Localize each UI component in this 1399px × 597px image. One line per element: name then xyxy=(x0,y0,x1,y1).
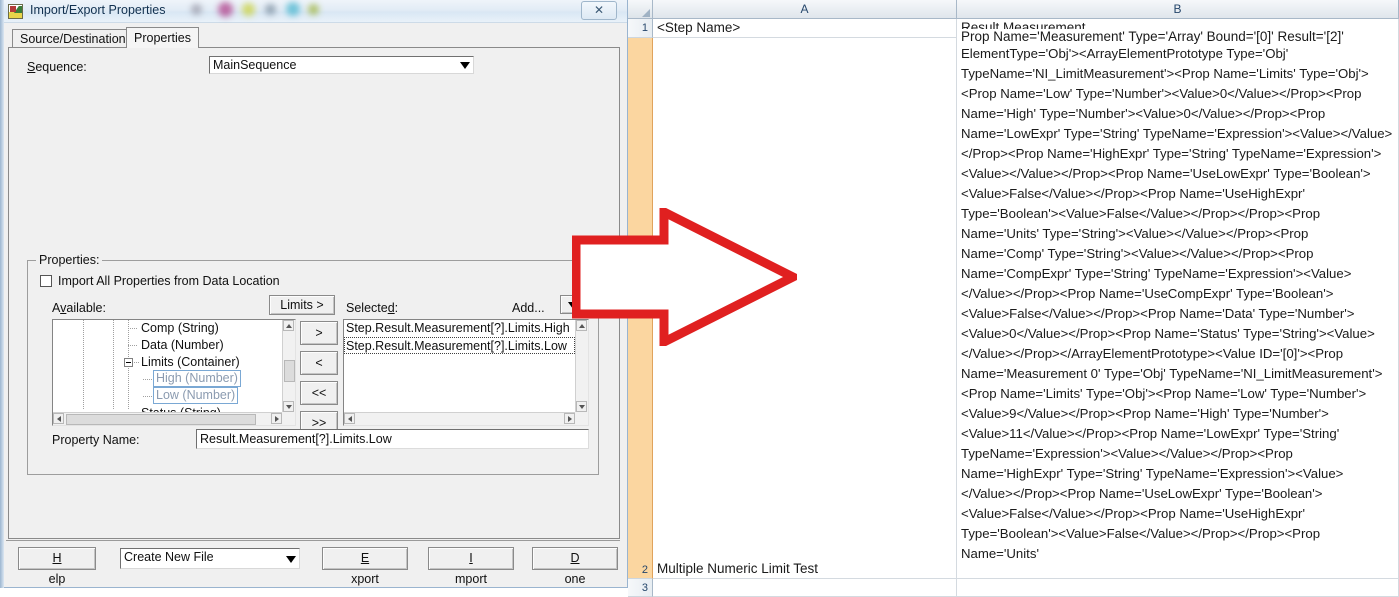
tree-item-label: Low (Number) xyxy=(153,387,239,404)
dialog-title-bar[interactable]: Import/Export Properties ✕ xyxy=(0,0,627,23)
add-label: Add... xyxy=(512,301,545,315)
property-name-label: Property Name: xyxy=(52,433,140,447)
scroll-up-icon[interactable] xyxy=(283,320,294,331)
column-header-a[interactable]: A xyxy=(653,0,957,19)
vscroll-thumb[interactable] xyxy=(284,360,295,382)
import-button[interactable]: Import xyxy=(428,547,514,586)
dialog-title: Import/Export Properties xyxy=(30,3,166,17)
tab-properties[interactable]: Properties xyxy=(126,27,199,48)
tree-item-low[interactable]: Low (Number) xyxy=(53,387,282,405)
sequence-dropdown-value: MainSequence xyxy=(213,58,297,72)
move-all-left-button[interactable]: << xyxy=(300,381,338,405)
available-list-inner: Comp (String) Data (Number) Limits (Cont… xyxy=(53,320,282,412)
background-toolbar-blur xyxy=(185,0,325,22)
scroll-down-icon[interactable] xyxy=(576,401,587,412)
scroll-left-icon[interactable] xyxy=(344,413,355,424)
export-button[interactable]: Export xyxy=(322,547,408,586)
help-button-label: Help xyxy=(48,551,66,586)
import-all-properties-checkbox[interactable] xyxy=(40,275,52,287)
cell-b2-xml-text: ElementType='Obj'><ArrayElementPrototype… xyxy=(961,46,1393,561)
list-item[interactable]: Step.Result.Measurement[?].Limits.High xyxy=(344,320,575,337)
move-right-button[interactable]: > xyxy=(300,321,338,345)
move-all-left-label: << xyxy=(311,386,327,400)
footer-divider xyxy=(6,540,620,541)
tree-item-label: Status (String) xyxy=(141,405,221,412)
available-list-vscrollbar[interactable] xyxy=(282,320,295,412)
tree-item-label: Data (Number) xyxy=(141,338,224,352)
scroll-right-icon[interactable] xyxy=(271,413,282,424)
done-button-label: Done xyxy=(564,551,586,586)
dialog-footer: Help Create New File Export Import Done xyxy=(0,540,628,588)
selected-properties-list[interactable]: Step.Result.Measurement[?].Limits.High S… xyxy=(343,319,589,426)
column-header-b[interactable]: B xyxy=(957,0,1399,19)
scroll-down-icon[interactable] xyxy=(283,401,294,412)
sequence-label: Sequence: xyxy=(27,60,87,74)
scroll-right-icon[interactable] xyxy=(564,413,575,424)
chevron-down-icon xyxy=(460,62,470,69)
dialog-left-edge xyxy=(0,0,4,588)
properties-group-label: Properties: xyxy=(36,253,103,267)
tree-item-status[interactable]: Status (String) xyxy=(53,405,282,412)
selected-list-inner: Step.Result.Measurement[?].Limits.High S… xyxy=(344,320,575,412)
list-item[interactable]: Step.Result.Measurement[?].Limits.Low xyxy=(344,337,575,354)
selected-list-hscrollbar[interactable] xyxy=(344,412,575,425)
cell-b2-clipped-line: Prop Name='Measurement' Type='Array' Bou… xyxy=(961,29,1344,44)
sequence-dropdown[interactable]: MainSequence xyxy=(209,56,474,74)
move-right-label: > xyxy=(315,326,323,340)
available-list-hscrollbar[interactable] xyxy=(53,412,282,425)
done-button[interactable]: Done xyxy=(532,547,618,586)
row-header-1[interactable]: 1 xyxy=(628,19,653,38)
tree-item-data[interactable]: Data (Number) xyxy=(53,337,282,354)
tab-strip: Source/Destination Properties xyxy=(8,27,620,48)
tree-item-label: High (Number) xyxy=(153,370,241,387)
hscroll-thumb[interactable] xyxy=(66,414,256,425)
tree-item-comp[interactable]: Comp (String) xyxy=(53,320,282,337)
tab-page-properties: Sequence: MainSequence Properties: Impor… xyxy=(8,47,620,539)
cell-a3[interactable] xyxy=(653,579,957,597)
selected-label: Selected: xyxy=(346,301,399,315)
file-mode-dropdown[interactable]: Create New File xyxy=(120,548,300,569)
move-left-label: < xyxy=(315,356,323,370)
move-left-button[interactable]: < xyxy=(300,351,338,375)
available-label: Available: xyxy=(52,301,106,315)
dialog-body: Source/Destination Properties Sequence: … xyxy=(8,27,620,539)
chevron-down-icon xyxy=(286,555,296,563)
cell-b3[interactable] xyxy=(957,579,1399,597)
teststand-icon xyxy=(8,4,23,19)
tree-item-label: Comp (String) xyxy=(141,321,219,335)
property-name-input[interactable]: Result.Measurement[?].Limits.Low xyxy=(196,429,589,449)
scrollbar-corner xyxy=(575,412,588,425)
select-all-corner[interactable] xyxy=(628,0,653,19)
scroll-left-icon[interactable] xyxy=(53,413,64,424)
help-button[interactable]: Help xyxy=(18,547,96,586)
row-header-3[interactable]: 3 xyxy=(628,579,653,597)
collapse-icon[interactable] xyxy=(124,358,133,367)
import-export-properties-dialog: Import/Export Properties ✕ Source/Destin… xyxy=(0,0,628,588)
scrollbar-corner xyxy=(282,412,295,425)
cell-a1[interactable]: <Step Name> xyxy=(653,19,957,38)
import-all-properties-label: Import All Properties from Data Location xyxy=(58,274,280,288)
properties-group: Properties: Import All Properties from D… xyxy=(27,253,599,475)
limits-button[interactable]: Limits > xyxy=(269,295,335,315)
red-arrow-annotation xyxy=(572,208,797,346)
limits-button-label: Limits > xyxy=(280,298,324,312)
tree-item-high[interactable]: High (Number) xyxy=(53,370,282,388)
import-button-label: Import xyxy=(455,551,487,586)
close-icon[interactable]: ✕ xyxy=(581,1,617,20)
available-properties-list[interactable]: Comp (String) Data (Number) Limits (Cont… xyxy=(52,319,296,426)
export-button-label: Export xyxy=(351,551,379,586)
tree-item-label: Limits (Container) xyxy=(141,355,240,369)
cell-b2[interactable]: Prop Name='Measurement' Type='Array' Bou… xyxy=(957,29,1399,579)
tree-item-limits[interactable]: Limits (Container) xyxy=(53,354,282,371)
file-mode-value: Create New File xyxy=(124,550,214,564)
tab-source-destination[interactable]: Source/Destination xyxy=(12,29,134,48)
